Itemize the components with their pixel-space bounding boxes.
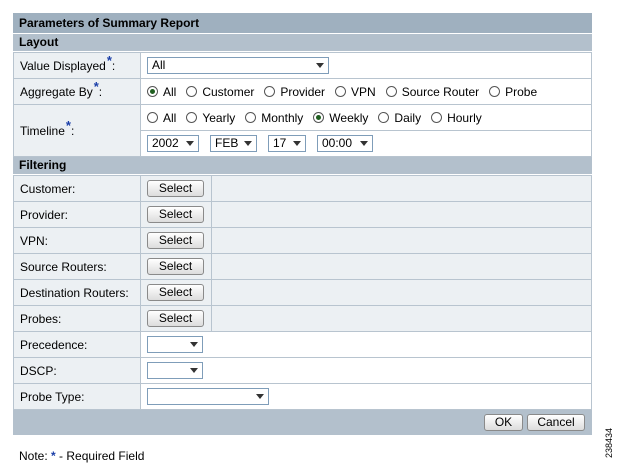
filter-row-probe-type: Probe Type: xyxy=(13,383,592,410)
probe-type-select[interactable] xyxy=(147,388,269,405)
customer-label: Customer: xyxy=(13,175,141,202)
aggregate-by-row: Aggregate By*: All Customer Provider VPN… xyxy=(13,78,592,105)
required-marker: * xyxy=(93,79,99,94)
filter-row-customer: Customer: Select xyxy=(13,175,592,202)
filter-row-provider: Provider: Select xyxy=(13,201,592,228)
filter-row-precedence: Precedence: xyxy=(13,331,592,358)
radio-icon[interactable] xyxy=(147,112,158,123)
timeline-monthly-option[interactable]: Monthly xyxy=(245,111,303,125)
value-displayed-select[interactable]: All xyxy=(147,57,329,74)
required-field-note: Note: * - Required Field xyxy=(19,449,145,463)
radio-icon[interactable] xyxy=(264,86,276,97)
timeline-radio-group: All Yearly Monthly Weekly Daily Hourly xyxy=(147,111,585,125)
day-select[interactable]: 17 xyxy=(268,135,306,152)
provider-label: Provider: xyxy=(13,201,141,228)
destination-routers-select-button[interactable]: Select xyxy=(147,284,204,301)
chevron-down-icon xyxy=(190,342,198,347)
timeline-label: Timeline*: xyxy=(13,104,141,157)
probe-type-label: Probe Type: xyxy=(13,383,141,410)
section-layout-heading: Layout xyxy=(13,34,592,52)
filter-row-dscp: DSCP: xyxy=(13,357,592,384)
section-filtering-heading: Filtering xyxy=(13,157,592,175)
value-displayed-label: Value Displayed*: xyxy=(13,52,141,79)
vpn-select-button[interactable]: Select xyxy=(147,232,204,249)
aggregate-probe-option[interactable]: Probe xyxy=(489,85,537,99)
chevron-down-icon xyxy=(186,141,194,146)
timeline-weekly-option[interactable]: Weekly xyxy=(313,111,368,125)
value-displayed-row: Value Displayed*: All xyxy=(13,52,592,79)
filter-row-source-routers: Source Routers: Select xyxy=(13,253,592,280)
timeline-yearly-option[interactable]: Yearly xyxy=(186,111,235,125)
chevron-down-icon xyxy=(316,63,324,68)
aggregate-provider-option[interactable]: Provider xyxy=(264,85,325,99)
timeline-all-option[interactable]: All xyxy=(147,111,176,125)
filtering-table: Customer: Select Provider: Select VPN: S… xyxy=(13,175,592,410)
aggregate-source-router-option[interactable]: Source Router xyxy=(385,85,479,99)
form-footer: OK Cancel xyxy=(13,410,592,435)
chevron-down-icon xyxy=(244,141,252,146)
source-routers-label: Source Routers: xyxy=(13,253,141,280)
aggregate-customer-option[interactable]: Customer xyxy=(186,85,254,99)
layout-table: Value Displayed*: All Aggregate By*: All… xyxy=(13,52,592,157)
radio-icon[interactable] xyxy=(313,112,325,123)
precedence-label: Precedence: xyxy=(13,331,141,358)
chevron-down-icon xyxy=(293,141,301,146)
customer-select-button[interactable]: Select xyxy=(147,180,204,197)
timeline-daily-option[interactable]: Daily xyxy=(378,111,421,125)
cancel-button[interactable]: Cancel xyxy=(527,414,585,431)
probes-select-button[interactable]: Select xyxy=(147,310,204,327)
radio-icon[interactable] xyxy=(186,86,198,97)
aggregate-by-radio-group: All Customer Provider VPN Source Router … xyxy=(147,85,585,99)
dscp-label: DSCP: xyxy=(13,357,141,384)
filter-row-destination-routers: Destination Routers: Select xyxy=(13,279,592,306)
required-marker: * xyxy=(51,449,56,463)
chevron-down-icon xyxy=(256,394,264,399)
year-select[interactable]: 2002 xyxy=(147,135,199,152)
chevron-down-icon xyxy=(190,368,198,373)
aggregate-all-option[interactable]: All xyxy=(147,85,176,99)
radio-icon[interactable] xyxy=(147,86,158,97)
radio-icon[interactable] xyxy=(186,112,198,123)
required-marker: * xyxy=(106,53,112,68)
month-select[interactable]: FEB xyxy=(210,135,257,152)
timeline-row: Timeline*: All Yearly Monthly Weekly Dai… xyxy=(13,104,592,157)
provider-select-button[interactable]: Select xyxy=(147,206,204,223)
source-routers-select-button[interactable]: Select xyxy=(147,258,204,275)
radio-icon[interactable] xyxy=(378,112,390,123)
filter-row-probes: Probes: Select xyxy=(13,305,592,332)
chevron-down-icon xyxy=(360,141,368,146)
ok-button[interactable]: OK xyxy=(484,414,523,431)
precedence-select[interactable] xyxy=(147,336,203,353)
figure-id: 238434 xyxy=(604,427,614,458)
timeline-hourly-option[interactable]: Hourly xyxy=(431,111,482,125)
destination-routers-label: Destination Routers: xyxy=(13,279,141,306)
radio-icon[interactable] xyxy=(385,86,397,97)
radio-icon[interactable] xyxy=(431,112,443,123)
radio-icon[interactable] xyxy=(335,86,347,97)
time-select[interactable]: 00:00 xyxy=(317,135,373,152)
dscp-select[interactable] xyxy=(147,362,203,379)
form-title: Parameters of Summary Report xyxy=(13,13,592,34)
radio-icon[interactable] xyxy=(489,86,501,97)
vpn-label: VPN: xyxy=(13,227,141,254)
filter-row-vpn: VPN: Select xyxy=(13,227,592,254)
aggregate-vpn-option[interactable]: VPN xyxy=(335,85,376,99)
aggregate-by-label: Aggregate By*: xyxy=(13,78,141,105)
required-marker: * xyxy=(65,118,71,133)
probes-label: Probes: xyxy=(13,305,141,332)
radio-icon[interactable] xyxy=(245,112,257,123)
summary-report-form: Parameters of Summary Report Layout Valu… xyxy=(13,13,592,435)
